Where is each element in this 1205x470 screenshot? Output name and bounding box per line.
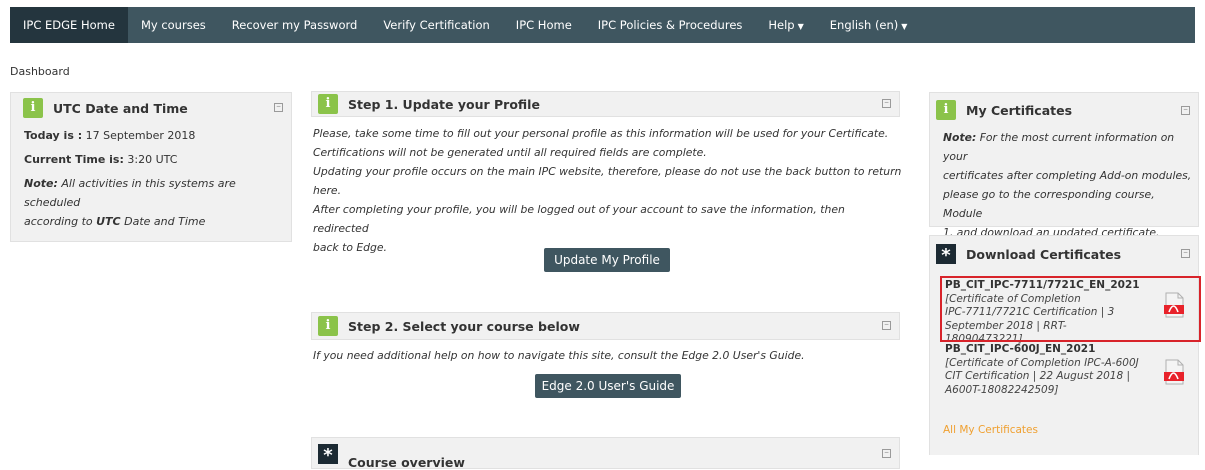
- note-text: according to: [24, 215, 93, 228]
- step1-line: Certifications will not be generated unt…: [313, 146, 707, 159]
- today-label: Today is :: [24, 129, 83, 142]
- step2-title: Step 2. Select your course below: [348, 318, 580, 334]
- step1-header: i Step 1. Update your Profile −: [311, 91, 900, 117]
- nav-ipc-home[interactable]: IPC Home: [503, 7, 585, 43]
- certificate-item[interactable]: PB_CIT_IPC-600J_EN_2021 [Certificate of …: [945, 343, 1143, 397]
- certificate-desc-line: A600T-18082242509]: [945, 383, 1059, 396]
- step1-text: Please, take some time to fill out your …: [313, 124, 903, 257]
- nav-help[interactable]: Help ▼: [755, 7, 816, 43]
- step1-line: Please, take some time to fill out your …: [313, 127, 889, 140]
- course-overview-title: Course overview: [348, 455, 465, 470]
- utc-block: i UTC Date and Time − Today is : 17 Sept…: [10, 92, 292, 242]
- nav-ipc-edge-home[interactable]: IPC EDGE Home: [10, 7, 128, 43]
- today-value: 17 September 2018: [85, 129, 196, 142]
- download-certificates-title: Download Certificates: [966, 246, 1122, 262]
- today-row: Today is : 17 September 2018: [24, 126, 291, 145]
- my-certificates-block: i My Certificates − Note: For the most c…: [929, 92, 1199, 239]
- certificate-name: PB_CIT_IPC-600J_EN_2021: [945, 343, 1096, 355]
- nav-verify-certification[interactable]: Verify Certification: [370, 7, 502, 43]
- info-icon: i: [23, 98, 43, 118]
- update-profile-button[interactable]: Update My Profile: [544, 248, 670, 272]
- caret-down-icon: ▼: [901, 22, 908, 31]
- collapse-icon[interactable]: −: [274, 103, 283, 112]
- step1-title: Step 1. Update your Profile: [348, 96, 540, 112]
- note-line: please go to the corresponding course, M…: [943, 188, 1155, 220]
- nav-policies[interactable]: IPC Policies & Procedures: [585, 7, 756, 43]
- nav-recover-password[interactable]: Recover my Password: [219, 7, 371, 43]
- note-label: Note:: [24, 177, 58, 190]
- top-navbar: IPC EDGE Home My courses Recover my Pass…: [10, 7, 1195, 43]
- note-line: certificates after completing Add-on mod…: [943, 169, 1192, 182]
- collapse-icon[interactable]: −: [1181, 106, 1190, 115]
- collapse-icon[interactable]: −: [882, 321, 891, 330]
- nav-my-courses[interactable]: My courses: [128, 7, 219, 43]
- asterisk-icon: *: [936, 244, 956, 266]
- caret-down-icon: ▼: [797, 22, 804, 31]
- collapse-icon[interactable]: −: [1181, 249, 1190, 258]
- users-guide-button[interactable]: Edge 2.0 User's Guide: [535, 374, 681, 398]
- course-overview-header: * Course overview −: [311, 437, 900, 470]
- info-icon: i: [318, 94, 338, 114]
- step1-line: Updating your profile occurs on the main…: [313, 165, 902, 178]
- step2-text: If you need additional help on how to na…: [313, 349, 805, 362]
- info-icon: i: [936, 100, 956, 120]
- note-text: Date and Time: [124, 215, 206, 228]
- all-my-certificates-link[interactable]: All My Certificates: [943, 424, 1038, 436]
- nav-help-label: Help: [768, 18, 795, 32]
- highlight-box: [940, 276, 1201, 342]
- note-label: Note:: [943, 131, 977, 144]
- time-label: Current Time is:: [24, 153, 124, 166]
- certificate-desc: [Certificate of Completion IPC-A-600J CI…: [945, 357, 1143, 398]
- step1-line: After completing your profile, you will …: [313, 203, 845, 235]
- step1-line: here.: [313, 184, 341, 197]
- note-utc: UTC: [96, 215, 121, 228]
- nav-language-label: English (en): [829, 18, 899, 32]
- utc-note: Note: All activities in this systems are…: [24, 174, 291, 231]
- nav-language[interactable]: English (en) ▼: [817, 7, 921, 43]
- utc-title: UTC Date and Time: [53, 100, 188, 116]
- breadcrumb[interactable]: Dashboard: [10, 65, 70, 78]
- note-line: For the most current information on your: [943, 131, 1175, 163]
- collapse-icon[interactable]: −: [882, 99, 891, 108]
- certificate-desc-line: CIT Certification | 22 August 2018 |: [945, 370, 1131, 382]
- asterisk-icon: *: [318, 444, 338, 466]
- time-value: 3:20 UTC: [127, 153, 178, 166]
- certificate-desc-line: [Certificate of Completion IPC-A-600J: [945, 356, 1139, 369]
- my-certificates-note: Note: For the most current information o…: [930, 123, 1198, 242]
- step2-header: i Step 2. Select your course below −: [311, 312, 900, 340]
- info-icon: i: [318, 316, 338, 336]
- my-certificates-title: My Certificates: [966, 102, 1073, 118]
- time-row: Current Time is: 3:20 UTC: [24, 150, 291, 169]
- pdf-icon[interactable]: [1163, 359, 1185, 385]
